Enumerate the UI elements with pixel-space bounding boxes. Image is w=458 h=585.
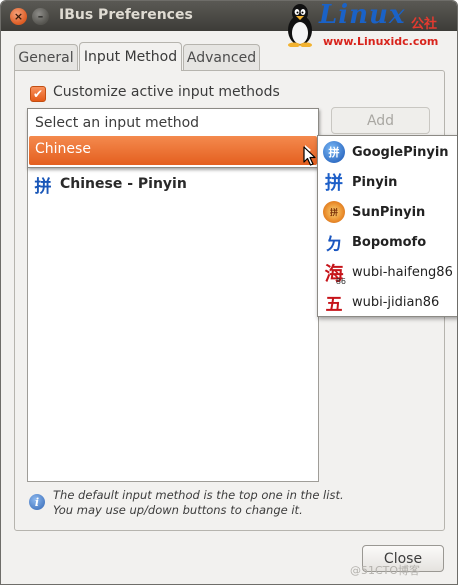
- window-title: IBus Preferences: [59, 7, 193, 23]
- checkmark-icon: ✔: [32, 87, 44, 101]
- submenu-item-label: Bopomofo: [352, 234, 427, 250]
- dropdown-header[interactable]: Select an input method: [35, 115, 199, 131]
- dropdown-item-chinese[interactable]: Chinese: [29, 136, 317, 165]
- submenu-item-pinyin[interactable]: 拼 Pinyin: [323, 168, 457, 196]
- submenu-item-bopomofo[interactable]: ㄉ Bopomofo: [323, 228, 457, 256]
- wubi-haifeng-subscript: 86: [335, 277, 346, 286]
- watermark-logo: Linux: [319, 0, 406, 30]
- chinese-submenu: 拼 GooglePinyin 拼 Pinyin 拼 SunPinyin ㄉ Bo…: [317, 135, 457, 317]
- customize-checkbox[interactable]: ✔: [30, 86, 46, 102]
- submenu-item-label: wubi-jidian86: [352, 294, 440, 310]
- submenu-item-label: GooglePinyin: [352, 144, 449, 160]
- add-button[interactable]: Add: [331, 107, 430, 134]
- info-icon: i: [29, 494, 45, 510]
- submenu-item-googlepinyin[interactable]: 拼 GooglePinyin: [323, 138, 457, 166]
- tab-advanced[interactable]: Advanced: [183, 44, 260, 71]
- dropdown-item-label: Chinese: [35, 141, 91, 157]
- submenu-item-sunpinyin[interactable]: 拼 SunPinyin: [323, 198, 457, 226]
- title-bar[interactable]: × – IBus Preferences Linux 公社 www.Linuxi…: [1, 1, 457, 48]
- mouse-pointer-icon: [303, 146, 316, 166]
- info-line-2: You may use up/down buttons to change it…: [53, 503, 303, 517]
- input-method-dropdown[interactable]: Select an input method Chinese: [27, 108, 319, 168]
- window-minimize-button[interactable]: –: [32, 8, 49, 25]
- wubi-jidian-icon: 五: [325, 294, 343, 315]
- pinyin-icon: 拼: [325, 173, 343, 194]
- submenu-item-wubi-haifeng86[interactable]: 海 86 wubi-haifeng86: [323, 258, 457, 287]
- googlepinyin-icon: 拼: [323, 141, 345, 163]
- close-icon: ×: [13, 10, 24, 23]
- tux-penguin-icon: [288, 4, 312, 47]
- info-text: The default input method is the top one …: [53, 488, 344, 518]
- submenu-item-wubi-jidian86[interactable]: 五 wubi-jidian86: [323, 288, 457, 316]
- submenu-item-label: SunPinyin: [352, 204, 426, 220]
- window-close-button[interactable]: ×: [10, 8, 27, 25]
- preferences-window: × – IBus Preferences Linux 公社 www.Linuxi…: [0, 0, 458, 585]
- list-item[interactable]: 拼 Chinese - Pinyin: [33, 174, 187, 197]
- active-input-methods-list[interactable]: 拼 Chinese - Pinyin: [27, 167, 319, 482]
- list-item-label: Chinese - Pinyin: [60, 176, 187, 192]
- site-watermark: Linux 公社 www.Linuxidc.com: [283, 0, 457, 51]
- watermark-chinese: 公社: [411, 17, 438, 32]
- submenu-item-label: wubi-haifeng86: [352, 264, 453, 280]
- minimize-icon: –: [37, 10, 44, 23]
- watermark-url: www.Linuxidc.com: [323, 35, 439, 48]
- wubi-haifeng-icon: 海 86: [323, 261, 346, 287]
- pinyin-icon: 拼: [34, 176, 52, 197]
- info-line-1: The default input method is the top one …: [53, 488, 344, 502]
- bopomofo-icon: ㄉ: [325, 234, 343, 255]
- bottom-watermark: @51CTO博客: [350, 564, 421, 577]
- customize-label[interactable]: Customize active input methods: [53, 84, 280, 100]
- tab-input-method[interactable]: Input Method: [79, 42, 182, 71]
- submenu-item-label: Pinyin: [352, 174, 398, 190]
- tab-general[interactable]: General: [14, 44, 78, 71]
- sunpinyin-icon: 拼: [323, 201, 345, 223]
